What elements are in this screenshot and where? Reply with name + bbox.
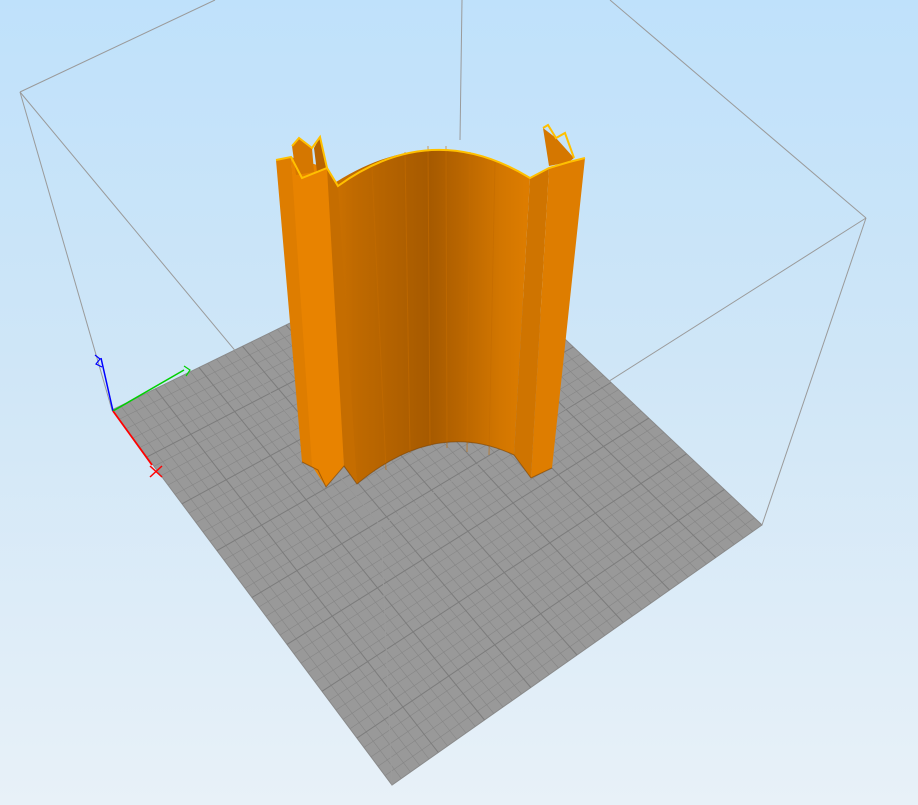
z-axis-line [100, 357, 114, 412]
scene-canvas[interactable] [0, 0, 918, 805]
3d-viewport[interactable] [0, 0, 918, 805]
3d-model-part[interactable] [275, 123, 586, 488]
